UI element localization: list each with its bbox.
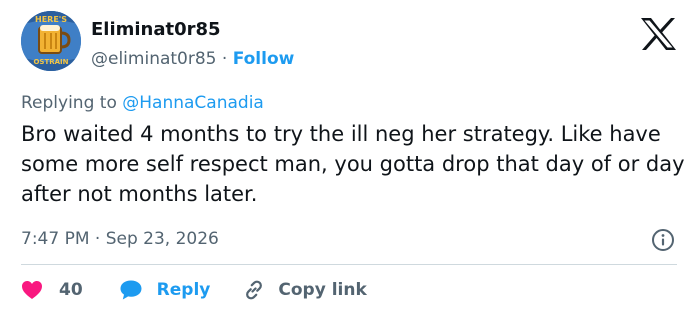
author-handle[interactable]: @eliminat0r85 <box>91 49 216 69</box>
divider <box>21 264 677 265</box>
reply-context-prefix: Replying to <box>21 93 117 113</box>
tweet-card: HERE'S OSTRAIN Eliminat0r85 @eliminat0r8… <box>0 0 700 318</box>
heart-icon <box>22 281 42 299</box>
reply-mention-link[interactable]: @HannaCanadia <box>122 93 264 113</box>
reply-button[interactable]: Reply <box>119 279 211 301</box>
avatar-text-bottom: OSTRAIN <box>33 58 68 66</box>
reply-bubble-icon <box>120 280 142 300</box>
link-icon <box>246 280 263 300</box>
timestamp-separator: · <box>94 229 101 249</box>
tweet-timestamp[interactable]: 7:47 PM · Sep 23, 2026 <box>21 229 219 249</box>
copy-link-button[interactable]: Copy link <box>242 278 367 302</box>
author-name[interactable]: Eliminat0r85 <box>91 19 221 40</box>
handle-separator: · <box>221 49 228 69</box>
info-icon[interactable] <box>651 228 675 252</box>
tweet-time: 7:47 PM <box>21 229 90 249</box>
avatar-text-top: HERE'S <box>35 15 67 24</box>
reply-context: Replying to @HannaCanadia <box>21 93 264 113</box>
tweet-date: Sep 23, 2026 <box>105 229 219 249</box>
tweet-text: Bro waited 4 months to try the ill neg h… <box>21 122 685 206</box>
like-count: 40 <box>59 280 83 300</box>
action-bar: 40 Reply Copy link <box>21 278 367 302</box>
copy-link-label: Copy link <box>278 280 367 300</box>
avatar-image: HERE'S OSTRAIN <box>21 11 81 71</box>
follow-button[interactable]: Follow <box>233 49 295 69</box>
author-handle-row: @eliminat0r85 · Follow <box>91 49 294 69</box>
like-button[interactable]: 40 <box>21 280 83 300</box>
x-logo-icon[interactable] <box>640 17 677 51</box>
reply-label: Reply <box>156 280 211 300</box>
avatar[interactable]: HERE'S OSTRAIN <box>21 11 81 71</box>
